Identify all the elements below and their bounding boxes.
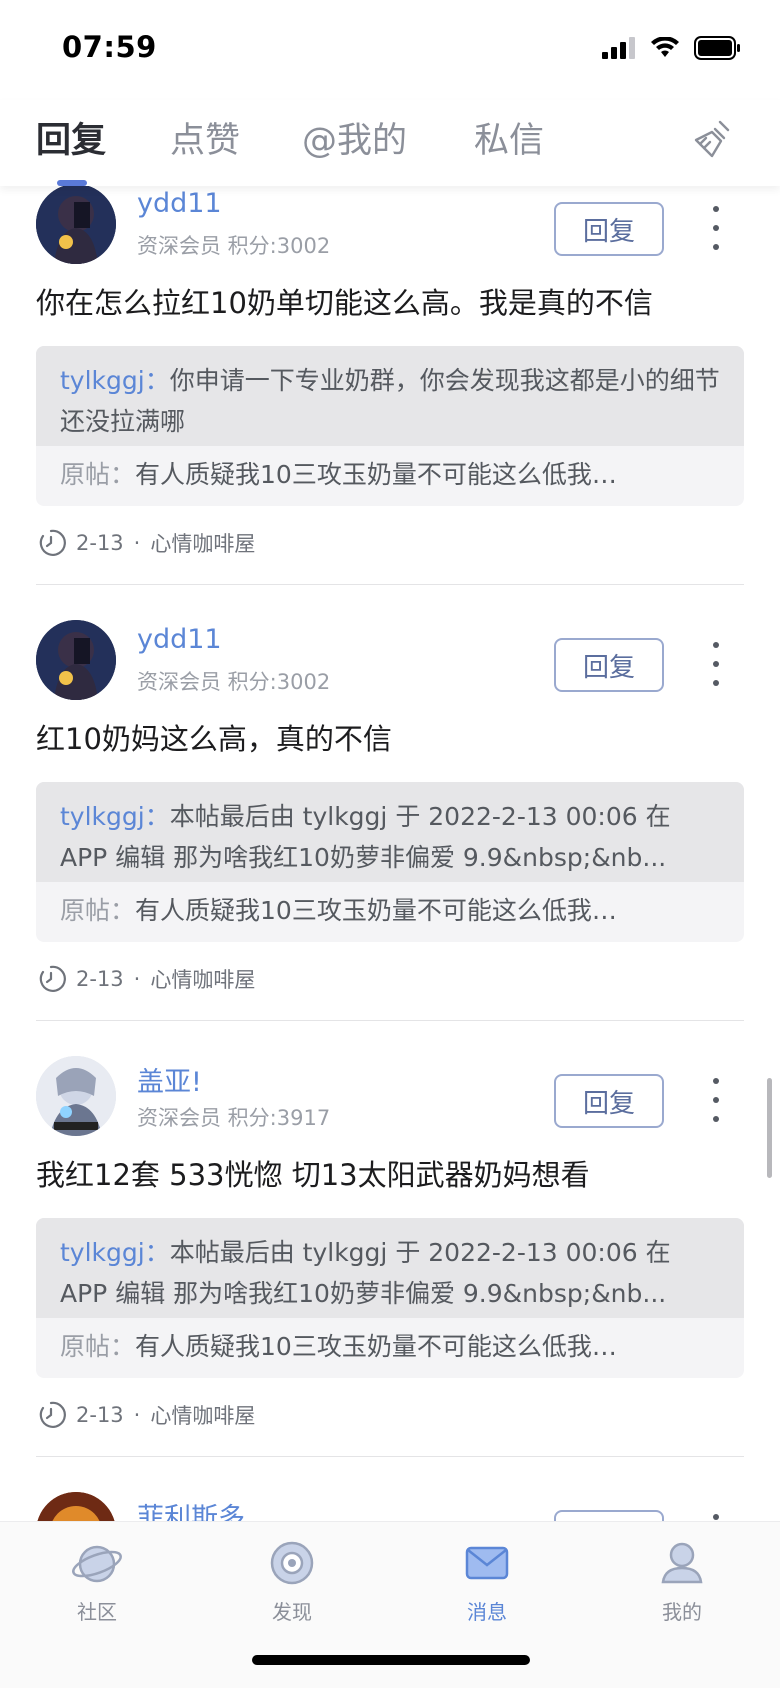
quoted-post[interactable]: tylkggj：你申请一下专业奶群，你会发现我这都是小的细节还没拉满哪 原帖：有… [36,346,744,506]
wifi-icon [651,37,679,57]
quote-username[interactable]: tylkggj： [60,802,170,831]
reply-date: 2-13 [76,531,124,555]
nav-messages[interactable]: 消息 [427,1536,547,1625]
reply-footer: 2-13 · 心情咖啡屋 [36,1400,255,1430]
reply-content: 红10奶妈这么高，真的不信 [36,722,392,756]
message-tabs: 回复 点赞 @我的 私信 [0,100,780,186]
quote-text-area: tylkggj：本帖最后由 tylkggj 于 2022-2-13 00:06 … [36,782,744,882]
nav-label: 消息 [467,1600,507,1624]
reply-item[interactable]: ydd11 资深会员 积分:3002 回复 红10奶妈这么高，真的不信 tylk… [0,620,780,1022]
reply-item[interactable]: 盖亚! 资深会员 积分:3917 回复 我红12套 533恍惚 切13太阳武器奶… [0,1056,780,1458]
separator-dot: · [133,967,141,991]
divider [36,1020,744,1021]
clock-icon [39,529,66,556]
reply-button[interactable]: 回复 [554,638,664,692]
reply-footer: 2-13 · 心情咖啡屋 [36,964,255,994]
more-options-icon[interactable] [706,1078,726,1122]
divider [36,584,744,585]
nav-discover[interactable]: 发现 [232,1536,352,1625]
reply-date: 2-13 [76,1403,124,1427]
quoted-post[interactable]: tylkggj：本帖最后由 tylkggj 于 2022-2-13 00:06 … [36,1218,744,1378]
tab-mentions[interactable]: @我的 [302,112,407,163]
original-post-title: 有人质疑我10三攻玉奶量不可能这么低我… [135,896,617,925]
quoted-post[interactable]: tylkggj：本帖最后由 tylkggj 于 2022-2-13 00:06 … [36,782,744,942]
avatar[interactable] [36,1056,116,1136]
nav-profile[interactable]: 我的 [622,1536,742,1625]
original-post-label: 原帖： [60,460,136,489]
original-post-title: 有人质疑我10三攻玉奶量不可能这么低我… [135,460,617,489]
forum-name[interactable]: 心情咖啡屋 [150,1400,255,1430]
more-options-icon[interactable] [706,206,726,250]
separator-dot: · [133,1403,141,1427]
reply-item[interactable]: ydd11 资深会员 积分:3002 回复 你在怎么拉红10奶单切能这么高。我是… [0,186,780,586]
discover-icon [270,1541,314,1585]
nav-community[interactable]: 社区 [37,1536,157,1625]
reply-button[interactable]: 回复 [554,202,664,256]
reply-feed[interactable]: ydd11 资深会员 积分:3002 回复 你在怎么拉红10奶单切能这么高。我是… [0,186,780,1521]
reply-footer: 2-13 · 心情咖啡屋 [36,528,255,558]
username[interactable]: ydd11 [137,188,222,219]
more-options-icon[interactable] [706,1514,726,1521]
original-post-link[interactable]: 原帖：有人质疑我10三攻玉奶量不可能这么低我… [36,1318,744,1378]
original-post-label: 原帖： [60,896,136,925]
status-icons [602,36,742,60]
reply-button[interactable]: 回复 [554,1510,664,1521]
reply-content: 你在怎么拉红10奶单切能这么高。我是真的不信 [36,286,653,320]
tab-likes[interactable]: 点赞 [170,112,240,163]
clock-icon [39,965,66,992]
planet-icon [72,1545,122,1583]
separator-dot: · [133,531,141,555]
avatar[interactable] [36,1492,116,1521]
home-indicator [252,1655,530,1665]
original-post-label: 原帖： [60,1332,136,1361]
battery-icon [694,36,740,60]
nav-label: 社区 [77,1600,117,1624]
scrollbar[interactable] [767,1078,772,1178]
mail-icon [465,1546,509,1580]
username[interactable]: ydd11 [137,624,222,655]
active-tab-indicator [57,180,87,186]
status-time: 07:59 [62,30,157,64]
quote-username[interactable]: tylkggj： [60,1238,170,1267]
username[interactable]: 盖亚! [137,1060,202,1099]
divider [36,1456,744,1457]
more-options-icon[interactable] [706,642,726,686]
profile-icon [661,1542,703,1584]
status-bar: 07:59 [0,0,780,100]
forum-name[interactable]: 心情咖啡屋 [150,528,255,558]
nav-label: 我的 [662,1600,702,1624]
quote-text-area: tylkggj：你申请一下专业奶群，你会发现我这都是小的细节还没拉满哪 [36,346,744,446]
reply-content: 我红12套 533恍惚 切13太阳武器奶妈想看 [36,1158,590,1192]
avatar[interactable] [36,620,116,700]
signal-icon [602,37,635,59]
user-meta: 资深会员 积分:3002 [137,234,331,258]
tab-reply[interactable]: 回复 [36,112,106,163]
reply-item[interactable]: 菲利斯多 回复 [0,1492,780,1521]
forum-name[interactable]: 心情咖啡屋 [150,964,255,994]
username[interactable]: 菲利斯多 [137,1496,245,1521]
clock-icon [39,1401,66,1428]
quote-username[interactable]: tylkggj： [60,366,170,395]
reply-button[interactable]: 回复 [554,1074,664,1128]
broom-icon[interactable] [690,116,736,162]
original-post-title: 有人质疑我10三攻玉奶量不可能这么低我… [135,1332,617,1361]
original-post-link[interactable]: 原帖：有人质疑我10三攻玉奶量不可能这么低我… [36,446,744,506]
reply-date: 2-13 [76,967,124,991]
original-post-link[interactable]: 原帖：有人质疑我10三攻玉奶量不可能这么低我… [36,882,744,942]
user-meta: 资深会员 积分:3917 [137,1106,331,1130]
quote-text-area: tylkggj：本帖最后由 tylkggj 于 2022-2-13 00:06 … [36,1218,744,1318]
user-meta: 资深会员 积分:3002 [137,670,331,694]
tab-private-messages[interactable]: 私信 [474,112,544,163]
avatar[interactable] [36,186,116,264]
nav-label: 发现 [272,1600,312,1624]
